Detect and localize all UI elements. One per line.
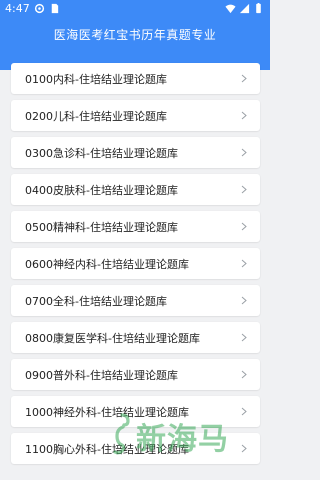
- list-item[interactable]: 0100内科-住培结业理论题库: [11, 63, 260, 94]
- list-item[interactable]: 0200儿科-住培结业理论题库: [11, 100, 260, 131]
- list-item-label: 0300急诊科-住培结业理论题库: [25, 146, 178, 160]
- list-item-label: 1100胸心外科-住培结业理论题库: [25, 442, 189, 456]
- list-item-label: 0800康复医学科-住培结业理论题库: [25, 331, 200, 345]
- list-item-label: 0100内科-住培结业理论题库: [25, 72, 167, 86]
- settings-icon: [34, 3, 45, 14]
- list-item-label: 0700全科-住培结业理论题库: [25, 294, 167, 308]
- list-item-label: 0600神经内科-住培结业理论题库: [25, 257, 189, 271]
- page-title: 医海医考红宝书历年真题专业: [53, 28, 217, 42]
- wifi-icon: [225, 4, 236, 14]
- list-item[interactable]: 1100胸心外科-住培结业理论题库: [11, 433, 260, 464]
- chevron-right-icon: [241, 444, 247, 453]
- list-item-label: 0400皮肤科-住培结业理论题库: [25, 183, 178, 197]
- chevron-right-icon: [241, 74, 247, 83]
- app-header: 4:47 医海医考红宝书历年真题专业: [0, 0, 270, 70]
- signal-icon: [239, 3, 250, 14]
- list-item[interactable]: 1000神经外科-住培结业理论题库: [11, 396, 260, 427]
- list-item[interactable]: 0900普外科-住培结业理论题库: [11, 359, 260, 390]
- chevron-right-icon: [241, 333, 247, 342]
- list-item-label: 1000神经外科-住培结业理论题库: [25, 405, 189, 419]
- list-item[interactable]: 0500精神科-住培结业理论题库: [11, 211, 260, 242]
- list-item[interactable]: 0800康复医学科-住培结业理论题库: [11, 322, 260, 353]
- chevron-right-icon: [241, 185, 247, 194]
- list-item[interactable]: 0600神经内科-住培结业理论题库: [11, 248, 260, 279]
- chevron-right-icon: [241, 111, 247, 120]
- chevron-right-icon: [241, 296, 247, 305]
- chevron-right-icon: [241, 407, 247, 416]
- list-item-label: 0900普外科-住培结业理论题库: [25, 368, 178, 382]
- list-item[interactable]: 0400皮肤科-住培结业理论题库: [11, 174, 260, 205]
- list-item[interactable]: 0300急诊科-住培结业理论题库: [11, 137, 260, 168]
- list-item[interactable]: 0700全科-住培结业理论题库: [11, 285, 260, 316]
- notification-icons: [34, 3, 60, 14]
- chevron-right-icon: [241, 148, 247, 157]
- chevron-right-icon: [241, 370, 247, 379]
- chevron-right-icon: [241, 259, 247, 268]
- chevron-right-icon: [241, 222, 247, 231]
- status-bar: 4:47: [0, 0, 270, 18]
- battery-icon: [256, 3, 261, 14]
- status-time: 4:47: [5, 2, 30, 15]
- subject-list: 0100内科-住培结业理论题库 0200儿科-住培结业理论题库 0300急诊科-…: [11, 63, 260, 464]
- sim-card-icon: [51, 3, 59, 14]
- list-item-label: 0200儿科-住培结业理论题库: [25, 109, 167, 123]
- list-item-label: 0500精神科-住培结业理论题库: [25, 220, 178, 234]
- system-icons: [225, 3, 264, 14]
